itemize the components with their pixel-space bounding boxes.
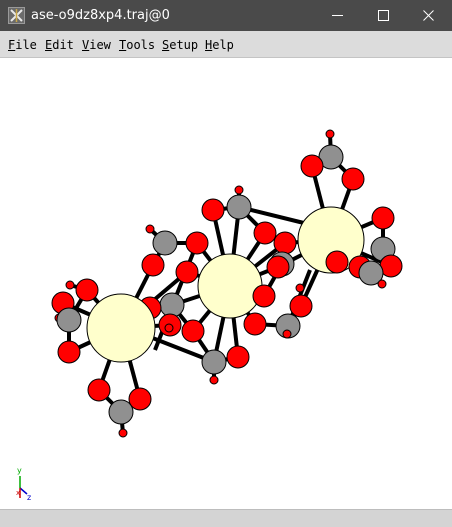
oxygen-atom[interactable] (289, 294, 313, 318)
oxygen-atom[interactable] (243, 312, 267, 336)
menu-help[interactable]: Help (205, 38, 234, 52)
x-axis-label: x (16, 489, 20, 497)
menu-setup[interactable]: Setup (162, 38, 198, 52)
small-atom[interactable] (295, 283, 305, 293)
menu-bar: File Edit View Tools Setup Help (0, 31, 452, 58)
carbon-atom[interactable] (56, 307, 82, 333)
close-icon (423, 10, 434, 21)
menu-view[interactable]: View (82, 38, 111, 52)
molecule-view[interactable]: y z x (0, 58, 452, 509)
menu-edit[interactable]: Edit (45, 38, 74, 52)
metal-atom[interactable] (86, 293, 156, 363)
oxygen-atom[interactable] (253, 221, 277, 245)
carbon-atom[interactable] (108, 399, 134, 425)
small-atom[interactable] (377, 279, 387, 289)
metal-atom[interactable] (197, 253, 263, 319)
oxygen-atom[interactable] (141, 253, 165, 277)
oxygen-atom[interactable] (300, 154, 324, 178)
z-axis-label: z (27, 493, 31, 502)
atom-layer (51, 129, 403, 438)
oxygen-atom[interactable] (226, 345, 250, 369)
y-axis-label: y (17, 466, 22, 475)
z-axis-line (19, 487, 28, 495)
title-bar: ase-o9dz8xp4.traj@0 (0, 0, 452, 31)
minimize-button[interactable] (315, 0, 361, 31)
oxygen-atom[interactable] (57, 340, 81, 364)
small-atom[interactable] (209, 375, 219, 385)
oxygen-atom[interactable] (175, 260, 199, 284)
small-atom[interactable] (145, 224, 155, 234)
small-atom[interactable] (325, 129, 335, 139)
menu-tools[interactable]: Tools (119, 38, 155, 52)
axis-indicator: y z x (16, 466, 31, 502)
oxygen-atom[interactable] (371, 206, 395, 230)
oxygen-atom[interactable] (185, 231, 209, 255)
small-atom[interactable] (118, 428, 128, 438)
close-button[interactable] (406, 0, 452, 31)
small-atom[interactable] (164, 323, 174, 333)
oxygen-atom[interactable] (266, 255, 290, 279)
small-atom[interactable] (234, 185, 244, 195)
maximize-button[interactable] (361, 0, 407, 31)
menu-file[interactable]: File (8, 38, 37, 52)
status-bar (0, 509, 452, 527)
structure-viewport[interactable]: y z x (0, 58, 452, 509)
oxygen-atom[interactable] (273, 231, 297, 255)
carbon-atom[interactable] (159, 292, 185, 318)
minimize-icon (332, 15, 343, 16)
carbon-atom[interactable] (152, 230, 178, 256)
oxygen-atom[interactable] (87, 378, 111, 402)
maximize-icon (378, 10, 389, 21)
oxygen-atom[interactable] (75, 278, 99, 302)
oxygen-atom[interactable] (201, 198, 225, 222)
small-atom[interactable] (65, 280, 75, 290)
small-atom[interactable] (282, 329, 292, 339)
oxygen-atom[interactable] (181, 319, 205, 343)
ase-gui-icon[interactable] (8, 7, 25, 24)
oxygen-atom[interactable] (325, 250, 349, 274)
window-title: ase-o9dz8xp4.traj@0 (31, 8, 170, 23)
carbon-atom[interactable] (201, 349, 227, 375)
oxygen-atom[interactable] (252, 284, 276, 308)
carbon-atom[interactable] (226, 194, 252, 220)
oxygen-atom[interactable] (341, 167, 365, 191)
